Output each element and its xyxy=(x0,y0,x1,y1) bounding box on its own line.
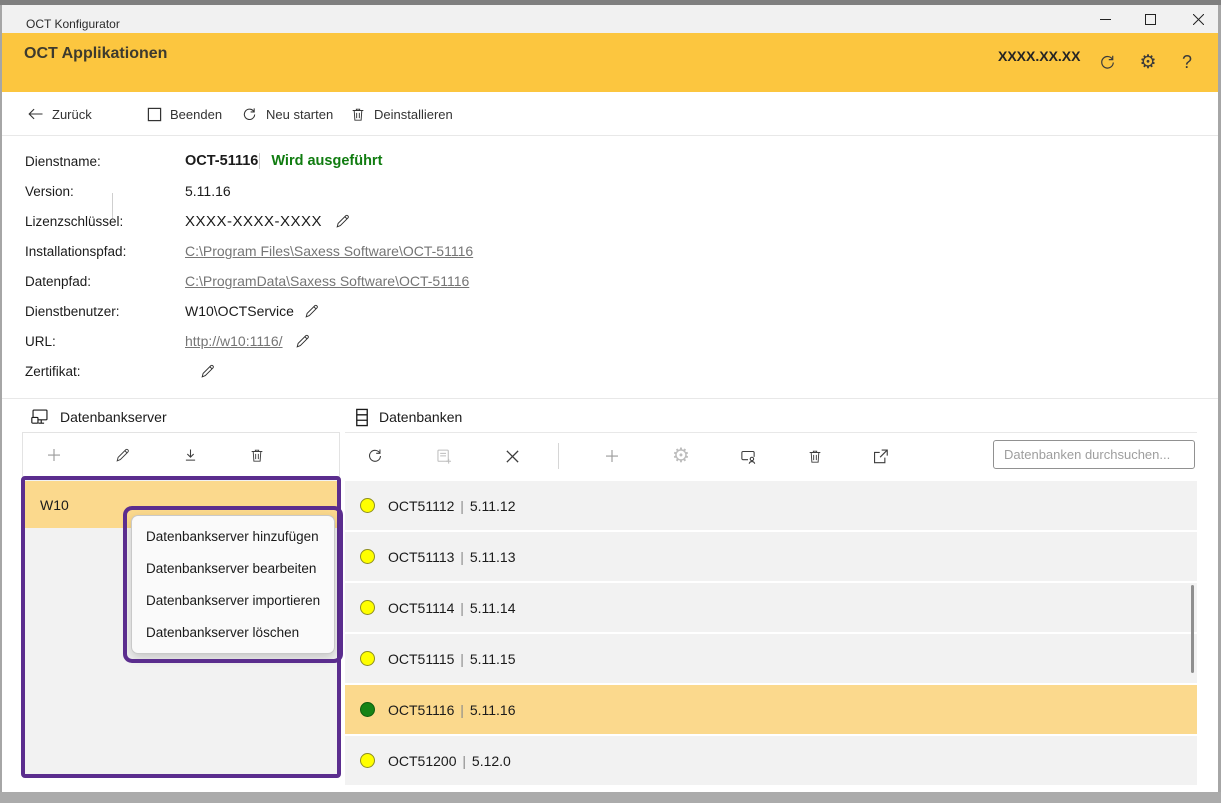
status-yellow-icon xyxy=(360,600,375,615)
gear-icon[interactable]: ⚙ xyxy=(1133,47,1163,77)
detail-row-dienstname: Dienstname: OCT-51116 Wird ausgeführt xyxy=(25,147,382,175)
license-key-value: XXXX-XXXX-XXXX xyxy=(185,213,322,230)
right-panel-header: Datenbanken xyxy=(355,402,462,432)
left-panel-header: Datenbankserver xyxy=(30,402,167,432)
status-yellow-icon xyxy=(360,549,375,564)
status-green-icon xyxy=(360,702,375,717)
server-name: W10 xyxy=(40,497,69,513)
maximize-button[interactable] xyxy=(1133,5,1167,33)
delete-server-icon[interactable] xyxy=(241,439,273,471)
database-label: OCT51112 | 5.11.12 xyxy=(387,498,516,514)
server-monitor-icon xyxy=(30,408,50,426)
database-row[interactable]: OCT51115 | 5.11.15 xyxy=(345,634,1197,683)
stop-label: Beenden xyxy=(170,107,222,122)
refresh-icon[interactable] xyxy=(1092,47,1122,77)
detail-row-lizenzschluessel: Lizenzschlüssel: XXXX-XXXX-XXXX xyxy=(25,207,354,235)
menu-item-import-server[interactable]: Datenbankserver importieren xyxy=(132,584,334,616)
title-bar: OCT Konfigurator xyxy=(2,5,1218,33)
help-icon[interactable]: ? xyxy=(1172,47,1202,77)
assign-user-icon[interactable] xyxy=(732,440,764,472)
detail-label: Version: xyxy=(25,184,185,199)
version-placeholder-text: XXXX.XX.XX xyxy=(998,48,1080,64)
detail-row-datenpfad: Datenpfad: C:\ProgramData\Saxess Softwar… xyxy=(25,267,469,295)
edit-server-icon[interactable] xyxy=(106,439,138,471)
database-settings-icon[interactable]: ⚙ xyxy=(665,440,697,472)
command-bar: Zurück Beenden Neu starten Deinstalliere… xyxy=(2,92,1218,136)
server-context-menu: Datenbankserver hinzufügen Datenbankserv… xyxy=(131,515,335,654)
detail-label: URL: xyxy=(25,334,185,349)
database-row[interactable]: OCT51114 | 5.11.14 xyxy=(345,583,1197,632)
page-title: OCT Applikationen xyxy=(24,45,167,63)
cancel-icon[interactable] xyxy=(496,440,528,472)
back-label: Zurück xyxy=(52,107,92,122)
stop-square-icon xyxy=(147,107,162,122)
left-panel-title: Datenbankserver xyxy=(60,409,167,425)
edit-license-icon[interactable] xyxy=(330,209,354,233)
status-yellow-icon xyxy=(360,498,375,513)
toolbar-separator xyxy=(558,443,559,469)
search-input[interactable] xyxy=(993,440,1195,469)
close-button[interactable] xyxy=(1181,5,1215,33)
detail-label: Lizenzschlüssel: xyxy=(25,214,185,229)
status-yellow-icon xyxy=(360,651,375,666)
database-label: OCT51114 | 5.11.14 xyxy=(387,600,516,616)
database-row[interactable]: OCT51112 | 5.11.12 xyxy=(345,481,1197,530)
detail-label: Installationspfad: xyxy=(25,244,185,259)
detail-label: Dienstname: xyxy=(25,154,185,169)
install-path-link[interactable]: C:\Program Files\Saxess Software\OCT-511… xyxy=(185,243,473,259)
database-label: OCT51116 | 5.11.16 xyxy=(387,702,516,718)
import-server-icon[interactable] xyxy=(174,439,206,471)
back-arrow-icon xyxy=(27,107,44,121)
create-template-db-icon[interactable] xyxy=(427,440,459,472)
service-status-badge: Wird ausgeführt xyxy=(259,153,382,169)
menu-item-add-server[interactable]: Datenbankserver hinzufügen xyxy=(132,520,334,552)
app-window: OCT Konfigurator OCT Applikationen XXXX.… xyxy=(0,0,1221,803)
menu-item-edit-server[interactable]: Datenbankserver bearbeiten xyxy=(132,552,334,584)
window-title: OCT Konfigurator xyxy=(26,17,120,31)
database-label: OCT51113 | 5.11.13 xyxy=(387,549,516,565)
vertical-scrollbar-thumb[interactable] xyxy=(1191,585,1194,673)
restart-label: Neu starten xyxy=(266,107,333,122)
detail-row-version: Version: 5.11.16 xyxy=(25,177,231,205)
uninstall-button[interactable]: Deinstallieren xyxy=(350,92,453,136)
database-rack-icon xyxy=(355,408,369,427)
edit-url-icon[interactable] xyxy=(291,329,315,353)
add-server-icon[interactable] xyxy=(38,439,70,471)
service-url-link[interactable]: http://w10:1116/ xyxy=(185,333,283,349)
menu-item-delete-server[interactable]: Datenbankserver löschen xyxy=(132,616,334,648)
refresh-databases-icon[interactable] xyxy=(359,440,391,472)
detail-row-installationspfad: Installationspfad: C:\Program Files\Saxe… xyxy=(25,237,473,265)
data-path-link[interactable]: C:\ProgramData\Saxess Software\OCT-51116 xyxy=(185,273,469,289)
service-user-value: W10\OCTService xyxy=(185,303,294,319)
restart-icon xyxy=(241,106,258,123)
version-value: 5.11.16 xyxy=(185,183,231,199)
status-yellow-icon xyxy=(360,753,375,768)
stop-service-button[interactable]: Beenden xyxy=(147,92,222,136)
minimize-button[interactable] xyxy=(1088,5,1122,33)
trash-icon xyxy=(350,106,366,123)
database-label: OCT51200 | 5.12.0 xyxy=(387,753,511,769)
edit-service-user-icon[interactable] xyxy=(300,299,324,323)
detail-row-dienstbenutzer: Dienstbenutzer: W10\OCTService xyxy=(25,297,324,325)
database-row[interactable]: OCT51113 | 5.11.13 xyxy=(345,532,1197,581)
detail-label: Zertifikat: xyxy=(25,364,185,379)
window-border-bottom[interactable] xyxy=(0,792,1221,803)
database-row[interactable]: OCT51200 | 5.12.0 xyxy=(345,736,1197,785)
back-button[interactable]: Zurück xyxy=(27,92,92,136)
share-export-icon[interactable] xyxy=(864,440,896,472)
delete-database-icon[interactable] xyxy=(799,440,831,472)
detail-label: Datenpfad: xyxy=(25,274,185,289)
uninstall-label: Deinstallieren xyxy=(374,107,453,122)
detail-label: Dienstbenutzer: xyxy=(25,304,185,319)
detail-row-url: URL: http://w10:1116/ xyxy=(25,327,315,355)
database-label: OCT51115 | 5.11.15 xyxy=(387,651,516,667)
section-divider xyxy=(2,398,1218,399)
database-row-selected[interactable]: OCT51116 | 5.11.16 xyxy=(345,685,1197,734)
service-name-value: OCT-51116 xyxy=(185,153,258,169)
edit-certificate-icon[interactable] xyxy=(195,359,219,383)
detail-row-zertifikat: Zertifikat: xyxy=(25,357,219,385)
right-panel-title: Datenbanken xyxy=(379,409,462,425)
restart-service-button[interactable]: Neu starten xyxy=(241,92,333,136)
add-database-icon[interactable] xyxy=(596,440,628,472)
